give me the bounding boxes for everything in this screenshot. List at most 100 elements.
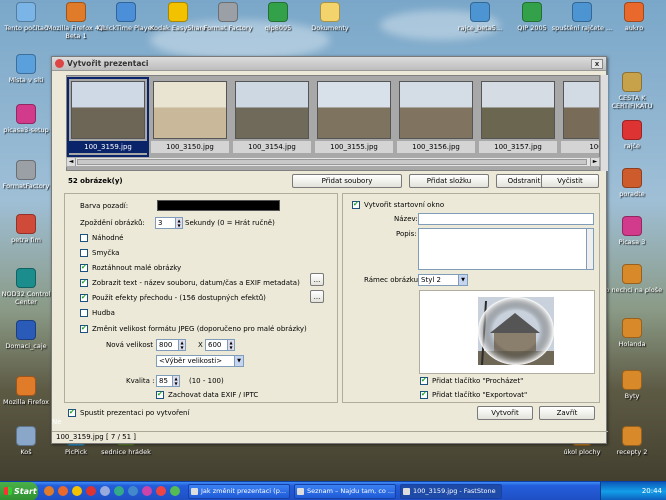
scroll-right-icon[interactable]: ►: [590, 158, 599, 166]
clock[interactable]: 20:44: [642, 487, 662, 495]
thumbnail-label: 100_3150.jpg: [151, 141, 229, 153]
thumbnail[interactable]: 100_3: [561, 79, 599, 155]
frame-select[interactable]: Styl 2 ▼: [418, 274, 468, 286]
desktop-icon[interactable]: recepty 2: [600, 426, 664, 456]
desktop-icon[interactable]: co nechci na ploše: [600, 264, 664, 294]
desktop-icon[interactable]: Holanda: [600, 318, 664, 348]
name-input[interactable]: [418, 213, 594, 225]
resize-checkbox[interactable]: [80, 324, 88, 333]
thumbnail[interactable]: 100_3159.jpg: [67, 77, 149, 157]
delay-input[interactable]: 3 ▲ ▼: [155, 217, 183, 229]
app-icon[interactable]: [170, 486, 180, 496]
height-input[interactable]: 600 ▲ ▼: [205, 339, 235, 351]
add-folder-button[interactable]: Přidat složku: [409, 174, 489, 188]
slideshow-dialog: Vytvořit prezentaci x 100_3159.jpg 100_31…: [51, 56, 608, 444]
thumbnail-label: 100_3159.jpg: [69, 141, 147, 153]
desktop-icon[interactable]: poradte: [600, 168, 664, 198]
app-icon: [16, 426, 36, 446]
desktop-icon[interactable]: FormatFactory: [0, 160, 58, 190]
desktop-icon[interactable]: Mozilla Firefox: [0, 376, 58, 406]
folder-icon[interactable]: [72, 486, 82, 496]
status-bar: 100_3159.jpg [ 7 / 51 ]: [52, 431, 608, 443]
thumbnail[interactable]: 100_3150.jpg: [151, 79, 229, 155]
size-select[interactable]: <Výběr velikosti> ▼: [156, 355, 244, 367]
width-spin-icon[interactable]: ▲ ▼: [178, 340, 185, 350]
bg-color-swatch[interactable]: [157, 200, 280, 211]
show-text-options-button[interactable]: ...: [310, 273, 324, 286]
transitions-checkbox[interactable]: [80, 293, 88, 302]
browser-icon[interactable]: [58, 486, 68, 496]
desktop-icon[interactable]: Picasa 3: [600, 216, 664, 246]
desktop-icon[interactable]: picasa3-setup: [0, 104, 58, 134]
scroll-thumb[interactable]: [77, 159, 587, 165]
description-textarea[interactable]: [418, 228, 594, 270]
transitions-options-button[interactable]: ...: [310, 290, 324, 303]
desktop-icon-label: Byty: [624, 392, 640, 400]
quality-spin-icon[interactable]: ▲ ▼: [172, 376, 179, 386]
desktop-icon[interactable]: Místa v síti: [0, 54, 58, 84]
start-button[interactable]: Start: [0, 482, 38, 500]
show-text-checkbox[interactable]: [80, 278, 88, 287]
music-checkbox[interactable]: [80, 309, 88, 317]
thumbnail[interactable]: 100_3156.jpg: [397, 79, 475, 155]
dialog-titlebar[interactable]: Vytvořit prezentaci x: [52, 57, 606, 71]
height-spin-icon[interactable]: ▲ ▼: [227, 340, 234, 350]
desktop-icon[interactable]: Byty: [600, 370, 664, 400]
taskbar: Start Jak změnit prezentaci (p... Seznam…: [0, 481, 666, 500]
browse-button-checkbox[interactable]: [420, 376, 428, 385]
task-button[interactable]: Seznam – Najdu tam, co ...: [294, 484, 396, 499]
app-icon: [16, 2, 36, 22]
width-input[interactable]: 800 ▲ ▼: [156, 339, 186, 351]
run-after-checkbox[interactable]: [68, 408, 76, 417]
thumbnail[interactable]: 100_3154.jpg: [233, 79, 311, 155]
music-label: Hudba: [92, 309, 115, 317]
media-icon[interactable]: [86, 486, 96, 496]
desktop-icon[interactable]: [100, 486, 110, 496]
desktop-icon[interactable]: aukro: [602, 2, 666, 32]
thumbnail[interactable]: 100_3155.jpg: [315, 79, 393, 155]
scroll-left-icon[interactable]: ◄: [67, 158, 76, 166]
desc-label: Popis:: [396, 230, 417, 238]
quality-input[interactable]: 85 ▲ ▼: [156, 375, 180, 387]
chevron-down-icon[interactable]: ▼: [234, 356, 243, 366]
delay-spin-icon[interactable]: ▲ ▼: [175, 218, 182, 228]
loop-checkbox[interactable]: [80, 249, 88, 257]
app-icon[interactable]: [128, 486, 138, 496]
stretch-checkbox[interactable]: [80, 263, 88, 272]
desktop-icon-label: Tento počítač: [4, 24, 48, 32]
app-icon[interactable]: [142, 486, 152, 496]
app-icon: [622, 168, 642, 188]
desktop-icon-label: recepty 2: [616, 448, 648, 456]
chevron-down-icon[interactable]: ▼: [458, 275, 467, 285]
task-button[interactable]: Jak změnit prezentaci (p...: [188, 484, 290, 499]
app-icon[interactable]: [156, 486, 166, 496]
close-button[interactable]: Zavřít: [539, 406, 595, 420]
add-files-button[interactable]: Přidat soubory: [292, 174, 402, 188]
x-label: X: [198, 341, 203, 349]
create-button[interactable]: Vytvořit: [477, 406, 533, 420]
desktop-icon[interactable]: rajče: [600, 120, 664, 150]
task-button[interactable]: 100_3159.jpg - FastStone: [400, 484, 502, 499]
keep-exif-checkbox[interactable]: [156, 390, 164, 399]
random-checkbox[interactable]: [80, 234, 88, 242]
desktop-icon[interactable]: Domaci_caje: [0, 320, 58, 350]
clear-button[interactable]: Vyčistit: [541, 174, 599, 188]
strip-scrollbar[interactable]: [600, 75, 608, 171]
desktop-icon[interactable]: CESTA K CERTIFIKATU: [600, 72, 664, 110]
thumbnail[interactable]: 100_3157.jpg: [479, 79, 557, 155]
app-icon[interactable]: [114, 486, 124, 496]
desktop-icon[interactable]: petra fim: [0, 214, 58, 244]
close-icon[interactable]: x: [591, 58, 603, 69]
horizontal-scrollbar[interactable]: ◄ ►: [66, 157, 600, 167]
textarea-scrollbar[interactable]: [586, 229, 593, 269]
desktop-icon[interactable]: Dokumenty: [298, 2, 362, 32]
side-text: Ne: [52, 418, 62, 426]
export-button-checkbox[interactable]: [420, 390, 428, 399]
firefox-icon[interactable]: [44, 486, 54, 496]
start-window-checkbox[interactable]: [352, 200, 360, 209]
app-icon: [622, 318, 642, 338]
bg-color-label: Barva pozadí:: [80, 202, 129, 210]
thumbnail-image: [71, 81, 145, 139]
app-icon: [268, 2, 288, 22]
desktop-icon[interactable]: NOD32 Control Center: [0, 268, 58, 306]
